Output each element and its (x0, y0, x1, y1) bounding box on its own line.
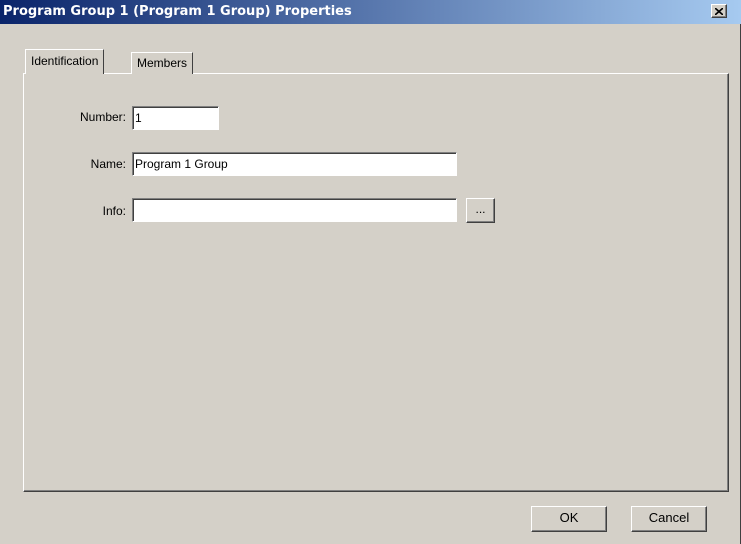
close-icon (714, 4, 724, 18)
title-bar[interactable]: Program Group 1 (Program 1 Group) Proper… (0, 0, 741, 24)
name-field[interactable]: Program 1 Group (132, 152, 457, 176)
info-label: Info: (102, 204, 126, 218)
cancel-button[interactable]: Cancel (631, 506, 707, 532)
number-field[interactable]: 1 (132, 106, 219, 130)
properties-dialog: Program Group 1 (Program 1 Group) Proper… (0, 0, 741, 544)
identification-panel (23, 73, 729, 492)
info-browse-button[interactable]: ... (466, 198, 495, 223)
window-title: Program Group 1 (Program 1 Group) Proper… (3, 4, 352, 19)
tab-members[interactable]: Members (131, 52, 194, 74)
number-label: Number: (79, 110, 126, 124)
name-label: Name: (90, 157, 126, 171)
close-button[interactable] (711, 4, 727, 18)
info-field[interactable] (132, 198, 457, 222)
tab-identification[interactable]: Identification (25, 49, 105, 74)
ok-button[interactable]: OK (531, 506, 607, 532)
